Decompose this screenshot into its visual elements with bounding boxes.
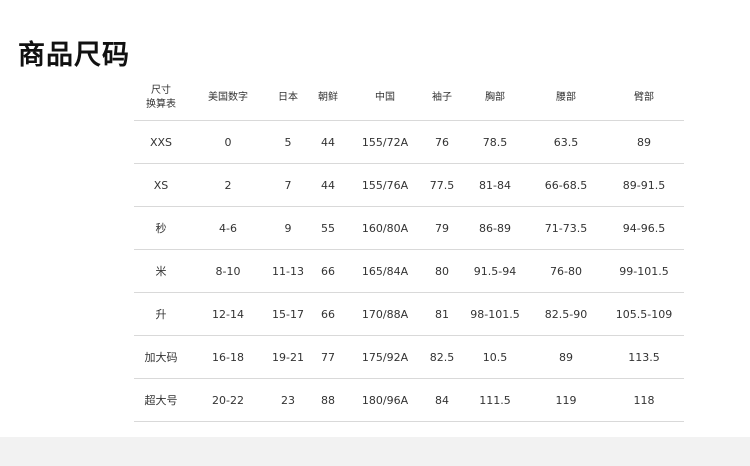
cell-arm: 89 xyxy=(604,120,684,164)
table-row: XS 2 7 44 155/76A 77.5 81-84 66-68.5 89-… xyxy=(134,163,684,207)
cell-us: 20-22 xyxy=(188,378,268,422)
cell-size: XXS xyxy=(134,120,188,164)
footer-band xyxy=(0,437,750,466)
cell-kr: 77 xyxy=(308,335,348,379)
cell-waist: 119 xyxy=(528,378,604,422)
cell-kr: 44 xyxy=(308,120,348,164)
cell-chest: 98-101.5 xyxy=(462,292,528,336)
header-us: 美国数字 xyxy=(188,76,268,121)
cell-cn: 180/96A xyxy=(348,378,422,422)
cell-chest: 10.5 xyxy=(462,335,528,379)
page-title: 商品尺码 xyxy=(18,40,130,71)
cell-size: XS xyxy=(134,163,188,207)
table-row: 升 12-14 15-17 66 170/88A 81 98-101.5 82.… xyxy=(134,292,684,336)
cell-jp: 19-21 xyxy=(268,335,308,379)
table-header-row: 尺寸 换算表 美国数字 日本 朝鲜 中国 袖子 胸部 腰部 臂部 xyxy=(134,76,684,121)
cell-jp: 7 xyxy=(268,163,308,207)
cell-chest: 111.5 xyxy=(462,378,528,422)
cell-arm: 118 xyxy=(604,378,684,422)
cell-chest: 81-84 xyxy=(462,163,528,207)
cell-chest: 91.5-94 xyxy=(462,249,528,293)
header-sleeve: 袖子 xyxy=(422,76,462,121)
cell-kr: 55 xyxy=(308,206,348,250)
cell-waist: 63.5 xyxy=(528,120,604,164)
header-jp: 日本 xyxy=(268,76,308,121)
cell-cn: 160/80A xyxy=(348,206,422,250)
table-row: XXS 0 5 44 155/72A 76 78.5 63.5 89 xyxy=(134,120,684,164)
table-row: 秒 4-6 9 55 160/80A 79 86-89 71-73.5 94-9… xyxy=(134,206,684,250)
cell-waist: 71-73.5 xyxy=(528,206,604,250)
cell-jp: 23 xyxy=(268,378,308,422)
cell-cn: 170/88A xyxy=(348,292,422,336)
header-cn: 中国 xyxy=(348,76,422,121)
cell-sleeve: 76 xyxy=(422,120,462,164)
cell-cn: 175/92A xyxy=(348,335,422,379)
table-row: 超大号 20-22 23 88 180/96A 84 111.5 119 118 xyxy=(134,378,684,422)
cell-kr: 44 xyxy=(308,163,348,207)
cell-chest: 78.5 xyxy=(462,120,528,164)
table-row: 米 8-10 11-13 66 165/84A 80 91.5-94 76-80… xyxy=(134,249,684,293)
cell-arm: 113.5 xyxy=(604,335,684,379)
cell-sleeve: 81 xyxy=(422,292,462,336)
cell-kr: 66 xyxy=(308,292,348,336)
cell-arm: 99-101.5 xyxy=(604,249,684,293)
cell-size: 升 xyxy=(134,292,188,336)
header-kr: 朝鲜 xyxy=(308,76,348,121)
cell-arm: 89-91.5 xyxy=(604,163,684,207)
cell-waist: 82.5-90 xyxy=(528,292,604,336)
table-row: 加大码 16-18 19-21 77 175/92A 82.5 10.5 89 … xyxy=(134,335,684,379)
cell-us: 2 xyxy=(188,163,268,207)
cell-cn: 165/84A xyxy=(348,249,422,293)
cell-waist: 89 xyxy=(528,335,604,379)
header-size: 尺寸 换算表 xyxy=(134,76,188,121)
cell-arm: 105.5-109 xyxy=(604,292,684,336)
size-chart-table: 尺寸 换算表 美国数字 日本 朝鲜 中国 袖子 胸部 腰部 臂部 XXS 0 5… xyxy=(134,76,684,422)
header-waist: 腰部 xyxy=(528,76,604,121)
cell-kr: 88 xyxy=(308,378,348,422)
cell-size: 加大码 xyxy=(134,335,188,379)
cell-sleeve: 77.5 xyxy=(422,163,462,207)
cell-us: 16-18 xyxy=(188,335,268,379)
cell-jp: 9 xyxy=(268,206,308,250)
cell-us: 0 xyxy=(188,120,268,164)
header-arm: 臂部 xyxy=(604,76,684,121)
cell-sleeve: 80 xyxy=(422,249,462,293)
cell-kr: 66 xyxy=(308,249,348,293)
cell-sleeve: 84 xyxy=(422,378,462,422)
cell-us: 8-10 xyxy=(188,249,268,293)
cell-cn: 155/72A xyxy=(348,120,422,164)
header-chest: 胸部 xyxy=(462,76,528,121)
cell-sleeve: 82.5 xyxy=(422,335,462,379)
cell-us: 12-14 xyxy=(188,292,268,336)
cell-jp: 11-13 xyxy=(268,249,308,293)
cell-size: 秒 xyxy=(134,206,188,250)
cell-waist: 76-80 xyxy=(528,249,604,293)
cell-size: 米 xyxy=(134,249,188,293)
cell-arm: 94-96.5 xyxy=(604,206,684,250)
cell-jp: 5 xyxy=(268,120,308,164)
cell-size: 超大号 xyxy=(134,378,188,422)
cell-jp: 15-17 xyxy=(268,292,308,336)
cell-us: 4-6 xyxy=(188,206,268,250)
cell-waist: 66-68.5 xyxy=(528,163,604,207)
cell-chest: 86-89 xyxy=(462,206,528,250)
cell-sleeve: 79 xyxy=(422,206,462,250)
cell-cn: 155/76A xyxy=(348,163,422,207)
